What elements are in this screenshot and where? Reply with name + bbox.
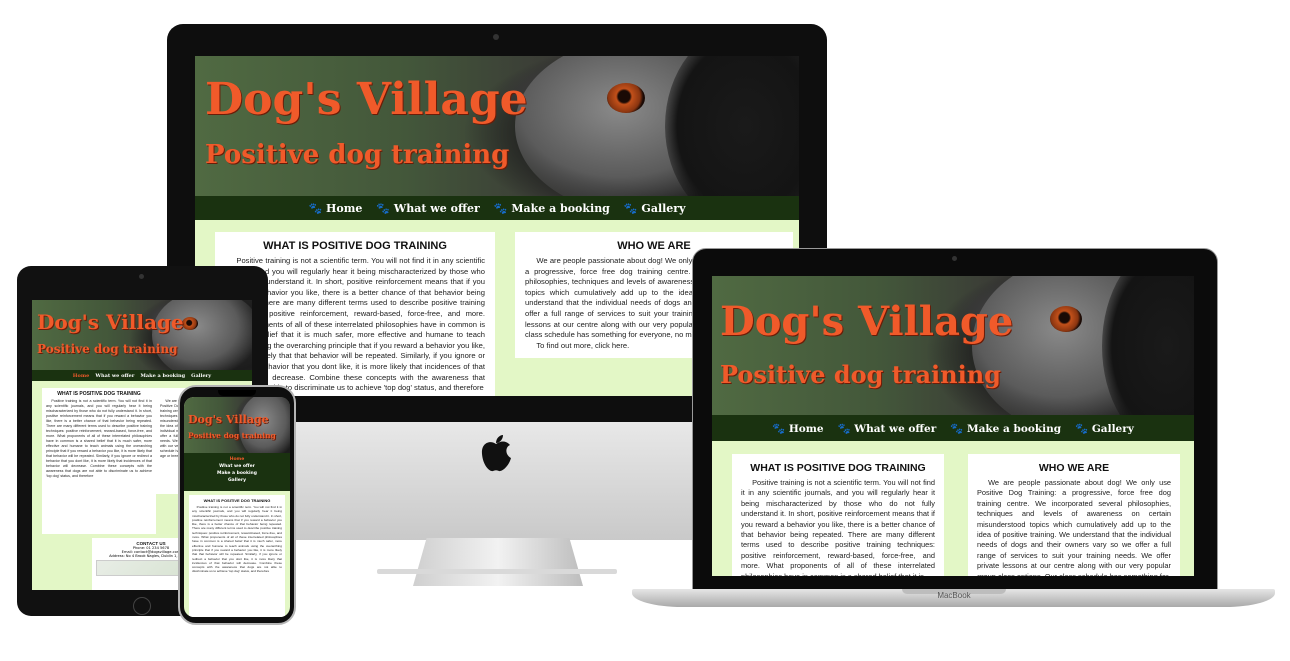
tablet-training-heading: WHAT IS POSITIVE DOG TRAINING: [57, 391, 141, 397]
laptop-nav-make-a-booking[interactable]: 🐾 Make a booking: [950, 422, 1061, 435]
phone-nav-what-we-offer[interactable]: What we offer: [184, 463, 290, 470]
phone-training-panel: WHAT IS POSITIVE DOG TRAINING Positive t…: [189, 495, 285, 617]
brand-title: Dog's Village: [205, 74, 528, 125]
laptop-nav-what-we-offer[interactable]: 🐾 What we offer: [838, 422, 937, 435]
phone-nav-home[interactable]: Home: [184, 456, 290, 463]
nav-home[interactable]: 🐾 Home: [308, 202, 362, 215]
tablet-nav: Home What we offer Make a booking Galler…: [32, 370, 252, 381]
phone-training-text: Positive training is not a scientific te…: [192, 505, 282, 574]
phone-nav-gallery[interactable]: Gallery: [184, 477, 290, 484]
brand-tagline: Positive dog training: [205, 140, 510, 170]
imac-camera: [493, 34, 499, 40]
laptop-training-text: Positive training is not a scientific te…: [741, 478, 935, 576]
tablet-nav-gallery[interactable]: Gallery: [191, 373, 211, 379]
laptop-brand-title: Dog's Village: [720, 298, 1014, 345]
tablet-hero-image: Dog's Village Positive dog training: [32, 300, 252, 370]
apple-logo-icon: [479, 434, 513, 474]
tablet-brand-title: Dog's Village: [37, 310, 184, 334]
laptop-about-panel: WHO WE ARE We are people passionate abou…: [968, 454, 1180, 576]
imac-base: [377, 569, 617, 574]
main-nav: 🐾 Home 🐾 What we offer 🐾 Make a booking …: [195, 196, 799, 220]
nav-make-a-booking[interactable]: 🐾 Make a booking: [494, 202, 610, 215]
laptop-label: MacBook: [937, 591, 971, 600]
nav-what-we-offer[interactable]: 🐾 What we offer: [376, 202, 479, 215]
training-heading: WHAT IS POSITIVE DOG TRAINING: [263, 240, 447, 252]
paw-icon: 🐾: [837, 422, 855, 435]
laptop-about-heading: WHO WE ARE: [1038, 462, 1110, 474]
laptop-hero-image: Dog's Village Positive dog training: [712, 276, 1194, 415]
phone-brand-title: Dog's Village: [188, 413, 269, 426]
paw-icon: 🐾: [623, 201, 642, 215]
laptop-training-panel: WHAT IS POSITIVE DOG TRAINING Positive t…: [732, 454, 944, 576]
hero-image: Dog's Village Positive dog training: [195, 56, 799, 196]
tablet-home-button[interactable]: [133, 597, 151, 615]
tablet-camera: [139, 274, 144, 279]
phone-mockup: Dog's Village Positive dog training Home…: [178, 385, 296, 625]
phone-brand-tagline: Positive dog training: [188, 431, 276, 440]
paw-icon: 🐾: [772, 422, 789, 435]
laptop-about-text: We are people passionate about dog! We o…: [977, 478, 1171, 576]
laptop-training-heading: WHAT IS POSITIVE DOG TRAINING: [750, 462, 926, 474]
paw-icon: 🐾: [950, 422, 967, 435]
phone-hero-image: Dog's Village Positive dog training: [184, 397, 290, 453]
paw-icon: 🐾: [376, 201, 394, 215]
laptop-nav-home[interactable]: 🐾 Home: [772, 422, 823, 435]
phone-notch: [218, 390, 256, 396]
tablet-nav-make-a-booking[interactable]: Make a booking: [140, 373, 185, 379]
phone-nav: Home What we offer Make a booking Galler…: [184, 453, 290, 491]
phone-training-heading: WHAT IS POSITIVE DOG TRAINING: [203, 498, 271, 503]
laptop-screen: Dog's Village Positive dog training 🐾 Ho…: [712, 276, 1194, 576]
laptop-mockup: MacBook Dog's Village Positive dog train…: [632, 248, 1275, 614]
phone-screen: Dog's Village Positive dog training Home…: [184, 397, 290, 617]
tablet-nav-what-we-offer[interactable]: What we offer: [95, 373, 134, 379]
paw-icon: 🐾: [1075, 422, 1092, 435]
nav-gallery[interactable]: 🐾 Gallery: [624, 202, 686, 215]
tablet-nav-home[interactable]: Home: [73, 373, 90, 379]
imac-stand: [413, 538, 583, 586]
paw-icon: 🐾: [308, 201, 327, 215]
laptop-camera: [952, 256, 957, 261]
tablet-training-panel: WHAT IS POSITIVE DOG TRAINING Positive t…: [42, 388, 156, 534]
paw-icon: 🐾: [493, 201, 512, 215]
laptop-nav: 🐾 Home 🐾 What we offer 🐾 Make a booking …: [712, 415, 1194, 441]
laptop-nav-gallery[interactable]: 🐾 Gallery: [1075, 422, 1134, 435]
tablet-training-text: Positive training is not a scientific te…: [46, 399, 152, 478]
phone-nav-make-a-booking[interactable]: Make a booking: [184, 470, 290, 477]
tablet-brand-tagline: Positive dog training: [37, 342, 178, 356]
laptop-brand-tagline: Positive dog training: [720, 360, 1001, 389]
